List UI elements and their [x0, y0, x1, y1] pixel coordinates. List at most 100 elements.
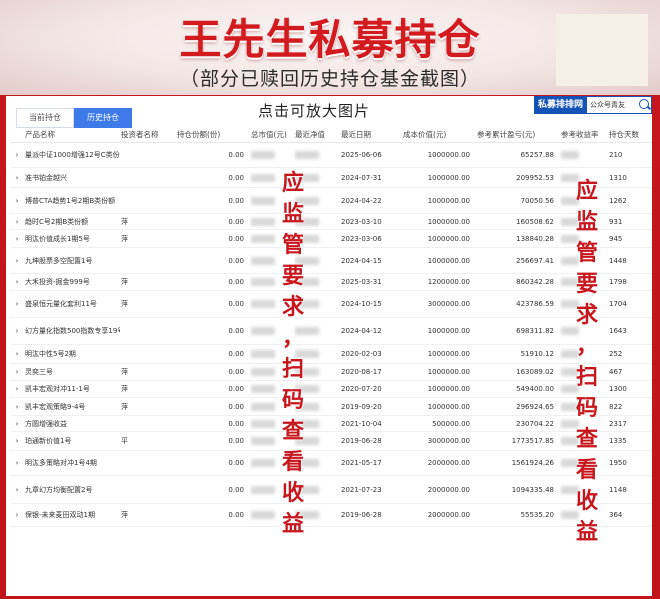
investor-name — [120, 317, 176, 345]
expand-icon[interactable]: › — [10, 142, 24, 168]
table-row[interactable]: › 灵奕三号萍 0.00 2020-08-17 1000000.00 163089.02 4… — [10, 363, 652, 381]
masked-value — [251, 485, 275, 494]
expand-icon[interactable]: › — [10, 273, 24, 291]
expand-icon[interactable]: › — [10, 247, 24, 274]
search-input[interactable]: 公众号青友 — [587, 96, 652, 114]
holding-days-value: 1300 — [608, 380, 652, 398]
expand-icon[interactable]: › — [10, 290, 24, 318]
product-name-link[interactable]: 盛泉恒元量化套利11号 — [24, 290, 120, 318]
table-row[interactable]: › 方圆增强收益 0.00 2021-10-04 500000.00 230704.22 2… — [10, 415, 652, 432]
date-value: 2024-07-31 — [340, 167, 402, 188]
cost-value: 1000000.00 — [402, 380, 476, 398]
holding-days-value: 1148 — [608, 475, 652, 504]
table-row[interactable]: › 量派中证1000增强12号C类份额 0.00 2025-06-06 1000000.… — [10, 142, 652, 168]
investor-name — [120, 142, 176, 168]
product-name-link[interactable]: 幻方量化指数500指数专享19号1期 — [24, 317, 120, 345]
investor-name: 萍 — [120, 273, 176, 291]
investor-name: 萍 — [120, 290, 176, 318]
product-name-link[interactable]: 珀通新价值1号 — [24, 431, 120, 451]
masked-value — [251, 278, 275, 286]
pnl-value: 256697.41 — [476, 247, 560, 274]
masked-value — [251, 437, 275, 445]
date-value: 2023-03-10 — [340, 213, 402, 230]
shares-value: 0.00 — [176, 415, 250, 432]
product-name-link[interactable]: 量派中证1000增强12号C类份额 — [24, 142, 120, 168]
product-name-link[interactable]: 明汯多策略对冲1号4期 — [24, 450, 120, 476]
expand-icon[interactable]: › — [10, 317, 24, 345]
expand-icon[interactable]: › — [10, 380, 24, 398]
stamp-char: 应 — [281, 171, 304, 196]
table-row[interactable]: › 九章幻方均衡配置2号 0.00 2021-07-23 2000000.00 10943… — [10, 475, 652, 504]
market-value-masked — [250, 142, 294, 168]
table-row[interactable]: ›幻方量化指数500指数专享19号1期 0.00 2024-04-121000000… — [10, 317, 652, 345]
date-value: 2024-04-12 — [340, 317, 402, 345]
stamp-char: 看 — [281, 450, 304, 475]
table-row[interactable]: › 凯丰宏观对冲11-1号萍 0.00 2020-07-20 1000000.00 549… — [10, 380, 652, 398]
stamp-char: 查 — [281, 419, 304, 444]
product-name-link[interactable]: 方圆增强收益 — [24, 415, 120, 432]
expand-icon[interactable]: › — [10, 187, 24, 214]
search-icon[interactable] — [639, 99, 649, 109]
pnl-value: 423786.59 — [476, 290, 560, 318]
product-name-link[interactable]: 明汯中性5号2期 — [24, 344, 120, 364]
expand-icon[interactable]: › — [10, 167, 24, 188]
shares-value: 0.00 — [176, 317, 250, 345]
pnl-value: 138840.28 — [476, 229, 560, 248]
stamp-char: 要 — [575, 272, 598, 297]
investor-name: 萍 — [120, 213, 176, 230]
expand-icon[interactable]: › — [10, 229, 24, 248]
product-name-link[interactable]: 准书铂金越兴 — [24, 167, 120, 188]
expand-icon[interactable]: › — [10, 450, 24, 476]
pnl-value: 230704.22 — [476, 415, 560, 432]
expand-icon[interactable]: › — [10, 475, 24, 504]
holding-days-value: 2317 — [608, 415, 652, 432]
table-row[interactable]: › 珀通新价值1号平 0.00 2019-06-28 3000000.00 1773517… — [10, 431, 652, 451]
pnl-value: 1561924.26 — [476, 450, 560, 476]
table-row[interactable]: › 趋时C号2期B类份额萍 0.00 2023-03-10 1000000.00 1605… — [10, 213, 652, 230]
product-name-link[interactable]: 九章幻方均衡配置2号 — [24, 475, 120, 504]
expand-icon[interactable]: › — [10, 344, 24, 364]
masked-value — [251, 402, 275, 411]
table-header: 产品名称 投资者名称 持仓份额(份) 总市值(元) 最近净值 最近日期 成本价值… — [10, 126, 652, 143]
product-name-link[interactable]: 大禾投资-掘金999号 — [24, 273, 120, 291]
table-row[interactable]: › 准书铂金越兴 0.00 2024-07-31 1000000.00 209952.53… — [10, 167, 652, 188]
expand-icon[interactable]: › — [10, 415, 24, 432]
expand-icon[interactable]: › — [10, 397, 24, 416]
table-row[interactable]: › 明汯价值成长1期5号萍 0.00 2023-03-06 1000000.00 1388… — [10, 229, 652, 248]
col-holding-days: 持仓天数 — [608, 126, 652, 143]
holding-days-value: 1950 — [608, 450, 652, 476]
expand-icon[interactable]: › — [10, 213, 24, 230]
search-box[interactable]: 私募排排网 公众号青友 — [534, 96, 652, 114]
product-name-link[interactable]: 保银-未来麦田双动1期 — [24, 503, 120, 527]
product-name-link[interactable]: 明汯价值成长1期5号 — [24, 229, 120, 248]
pnl-value: 55535.20 — [476, 503, 560, 527]
table-row[interactable]: › 明汯中性5号2期 0.00 2020-02-03 1000000.00 51910.1… — [10, 344, 652, 364]
cost-value: 1000000.00 — [402, 397, 476, 416]
masked-value — [251, 234, 275, 243]
date-value: 2020-08-17 — [340, 363, 402, 381]
expand-icon[interactable]: › — [10, 363, 24, 381]
table-row[interactable]: › 盛泉恒元量化套利11号萍 0.00 2024-10-15 3000000.00 423… — [10, 290, 652, 318]
tab-history-holdings[interactable]: 历史持仓 — [74, 108, 132, 128]
cost-value: 1000000.00 — [402, 363, 476, 381]
table-row[interactable]: › 保银-未来麦田双动1期萍 0.00 2019-06-28 2000000.00 555… — [10, 503, 652, 527]
table-row[interactable]: › 九坤股票多空配置1号 0.00 2024-04-15 1000000.00 25669… — [10, 247, 652, 274]
table-row[interactable]: › 凯丰宏观策略9-4号萍 0.00 2019-09-20 1000000.00 2969… — [10, 397, 652, 416]
stamp-char: 码 — [575, 396, 598, 421]
expand-icon[interactable]: › — [10, 431, 24, 451]
investor-name: 萍 — [120, 380, 176, 398]
product-name-link[interactable]: 九坤股票多空配置1号 — [24, 247, 120, 274]
expand-icon[interactable]: › — [10, 503, 24, 527]
investor-name — [120, 344, 176, 364]
table-row[interactable]: › 明汯多策略对冲1号4期 0.00 2021-05-17 2000000.00 1561… — [10, 450, 652, 476]
table-row[interactable]: › 博普CTA趋势1号2期B类份额 0.00 2024-04-22 1000000.00… — [10, 187, 652, 214]
tab-current-holdings[interactable]: 当前持仓 — [16, 108, 74, 128]
masked-value — [251, 256, 275, 265]
product-name-link[interactable]: 凯丰宏观策略9-4号 — [24, 397, 120, 416]
product-name-link[interactable]: 博普CTA趋势1号2期B类份额 — [24, 187, 120, 214]
holdings-tabs: 当前持仓 历史持仓 — [16, 108, 132, 128]
product-name-link[interactable]: 凯丰宏观对冲11-1号 — [24, 380, 120, 398]
table-row[interactable]: › 大禾投资-掘金999号萍 0.00 2025-03-31 1200000.00 860… — [10, 273, 652, 291]
product-name-link[interactable]: 趋时C号2期B类份额 — [24, 213, 120, 230]
product-name-link[interactable]: 灵奕三号 — [24, 363, 120, 381]
